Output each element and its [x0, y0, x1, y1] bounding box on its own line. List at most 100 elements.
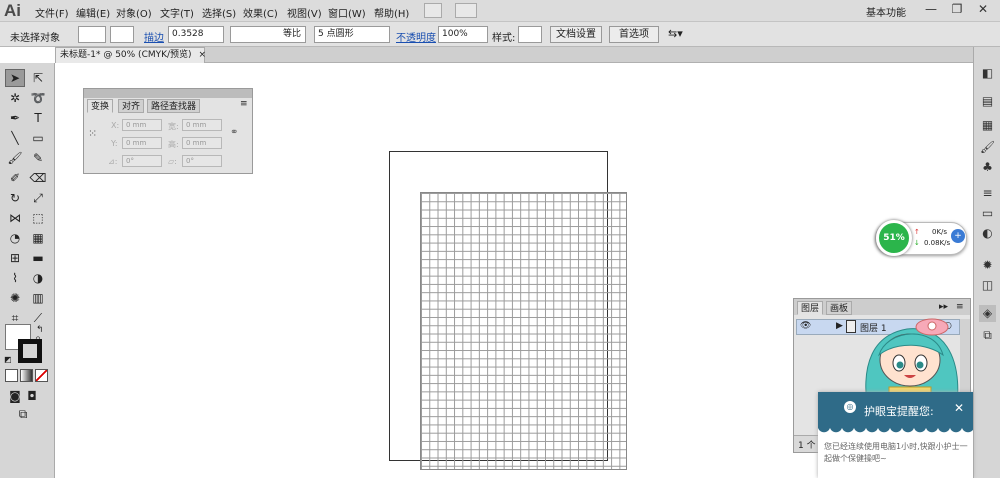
tab-artboards[interactable]: 画板	[826, 301, 853, 315]
panel-collapse-icon[interactable]: ▸▸	[939, 302, 948, 312]
none-mode-icon[interactable]	[35, 369, 48, 382]
blend-tool-icon[interactable]: ◑	[28, 269, 48, 287]
scale-tool-icon[interactable]: ⤢	[28, 189, 48, 207]
constrain-proportions-icon[interactable]: ⚭	[230, 127, 238, 138]
shear-field[interactable]: 0°	[182, 155, 222, 167]
gradient-mode-icon[interactable]	[20, 369, 33, 382]
transparency-icon[interactable]: ◐	[979, 225, 996, 242]
menu-effect[interactable]: 效果(C)	[243, 5, 278, 20]
gradient-panel-icon[interactable]: ▭	[979, 205, 996, 222]
line-tool-icon[interactable]: ╲	[5, 129, 25, 147]
document-tab-bar: 未标题-1* @ 50% (CMYK/预览) ×	[55, 47, 973, 63]
menu-object[interactable]: 对象(O)	[116, 5, 152, 20]
menu-view[interactable]: 视图(V)	[287, 5, 322, 20]
document-setup-button[interactable]: 文档设置	[550, 26, 602, 43]
panel-menu-icon[interactable]: ≡	[956, 302, 964, 312]
menu-file[interactable]: 文件(F)	[35, 5, 69, 20]
color-mode-icon[interactable]	[5, 369, 18, 382]
reference-point-icon[interactable]: ⁙	[88, 127, 97, 140]
lasso-tool-icon[interactable]: ➰	[28, 89, 48, 107]
swap-colors-icon[interactable]: ↰	[36, 325, 44, 335]
swatches-icon[interactable]: ▦	[979, 117, 996, 134]
menu-help[interactable]: 帮助(H)	[374, 5, 409, 20]
stroke-label[interactable]: 描边	[144, 29, 164, 44]
tab-pathfinder[interactable]: 路径查找器	[147, 99, 201, 113]
minimize-button[interactable]: —	[918, 2, 944, 18]
draw-behind-icon[interactable]: ◘	[22, 387, 42, 405]
pencil-tool-icon[interactable]: ✎	[28, 149, 48, 167]
eraser-tool-icon[interactable]: ⌫	[28, 169, 48, 187]
screen-mode-icon[interactable]: ⧉	[13, 405, 33, 423]
tab-transform[interactable]: 变换	[87, 99, 114, 113]
paintbrush-tool-icon[interactable]: 🖌	[5, 149, 25, 167]
layers-icon[interactable]: ◈	[979, 305, 996, 322]
eyedropper-tool-icon[interactable]: ⌇	[5, 269, 25, 287]
blob-brush-tool-icon[interactable]: ✐	[5, 169, 25, 187]
fill-color-box[interactable]	[78, 26, 106, 43]
menu-window[interactable]: 窗口(W)	[328, 5, 366, 20]
restore-button[interactable]: ❐	[944, 2, 970, 18]
x-field[interactable]: 0 mm	[122, 119, 162, 131]
artboards-icon[interactable]: ⧉	[979, 327, 996, 344]
rectangle-tool-icon[interactable]: ▭	[28, 129, 48, 147]
app-badge-icon: ◎	[844, 401, 856, 413]
y-field[interactable]: 0 mm	[122, 137, 162, 149]
menu-select[interactable]: 选择(S)	[202, 5, 236, 20]
opacity-input[interactable]: 100%	[438, 26, 488, 43]
column-graph-tool-icon[interactable]: ▥	[28, 289, 48, 307]
tab-layers[interactable]: 图层	[797, 301, 824, 315]
perspective-grid-tool-icon[interactable]: ▦	[28, 229, 48, 247]
network-speed-widget[interactable]: 51% ↑ 0K/s ↓ 0.08K/s +	[875, 220, 967, 256]
rotate-icon: ⊿:	[108, 157, 118, 166]
arrange-documents-button[interactable]	[455, 3, 477, 18]
symbol-sprayer-tool-icon[interactable]: ✺	[5, 289, 25, 307]
height-field[interactable]: 0 mm	[182, 137, 222, 149]
appearance-icon[interactable]: ✹	[979, 257, 996, 274]
mesh-tool-icon[interactable]: ⊞	[5, 249, 25, 267]
pen-tool-icon[interactable]: ✒	[5, 109, 25, 127]
magic-wand-tool-icon[interactable]: ✲	[5, 89, 25, 107]
close-button[interactable]: ✕	[970, 2, 996, 18]
tab-align[interactable]: 对齐	[118, 99, 145, 113]
panel-header[interactable]	[84, 89, 252, 98]
grid-object[interactable]	[420, 192, 627, 470]
menu-edit[interactable]: 编辑(E)	[76, 5, 110, 20]
shape-builder-tool-icon[interactable]: ◔	[5, 229, 25, 247]
color-guide-icon[interactable]: ▤	[979, 93, 996, 110]
visibility-eye-icon[interactable]: 👁	[800, 321, 811, 331]
document-tab[interactable]: 未标题-1* @ 50% (CMYK/预览) ×	[55, 47, 206, 63]
memory-usage-indicator[interactable]: 51%	[876, 220, 912, 256]
bridge-button[interactable]	[424, 3, 442, 18]
width-field[interactable]: 0 mm	[182, 119, 222, 131]
type-tool-icon[interactable]: T	[28, 109, 48, 127]
expand-arrow-icon[interactable]: ▶	[836, 321, 843, 331]
rotate-field[interactable]: 0°	[122, 155, 162, 167]
gradient-tool-icon[interactable]: ▬	[28, 249, 48, 267]
width-tool-icon[interactable]: ⋈	[5, 209, 25, 227]
color-panel-icon[interactable]: ◧	[979, 65, 996, 82]
opacity-label[interactable]: 不透明度	[396, 29, 436, 44]
brushes-icon[interactable]: 🖌	[979, 139, 996, 156]
stroke-color-box[interactable]	[110, 26, 134, 43]
stroke-panel-icon[interactable]: ≡	[979, 185, 996, 202]
workspace-switcher[interactable]: 基本功能	[866, 4, 906, 19]
rotate-tool-icon[interactable]: ↻	[5, 189, 25, 207]
menu-type[interactable]: 文字(T)	[160, 5, 194, 20]
direct-selection-tool-icon[interactable]: ⇱	[28, 69, 48, 87]
selection-tool-icon[interactable]: ➤	[5, 69, 25, 87]
preferences-button[interactable]: 首选项	[609, 26, 659, 43]
close-tab-icon[interactable]: ×	[198, 50, 206, 60]
default-colors-icon[interactable]: ◩	[4, 355, 12, 364]
stroke-weight-input[interactable]: 0.3528	[168, 26, 224, 43]
accelerate-icon[interactable]: +	[951, 229, 965, 243]
graphic-styles-icon[interactable]: ◫	[979, 277, 996, 294]
variable-width-profile[interactable]: 等比	[230, 26, 306, 43]
graphic-style-box[interactable]	[518, 26, 542, 43]
symbols-icon[interactable]: ♣	[979, 159, 996, 176]
arrange-icon[interactable]: ⇆▾	[668, 27, 683, 40]
stroke-swatch[interactable]	[18, 339, 42, 363]
free-transform-tool-icon[interactable]: ⬚	[28, 209, 48, 227]
notification-close-button[interactable]: ✕	[954, 401, 964, 415]
panel-menu-icon[interactable]: ≡	[240, 99, 248, 109]
brush-definition[interactable]: 5 点圆形	[314, 26, 390, 43]
